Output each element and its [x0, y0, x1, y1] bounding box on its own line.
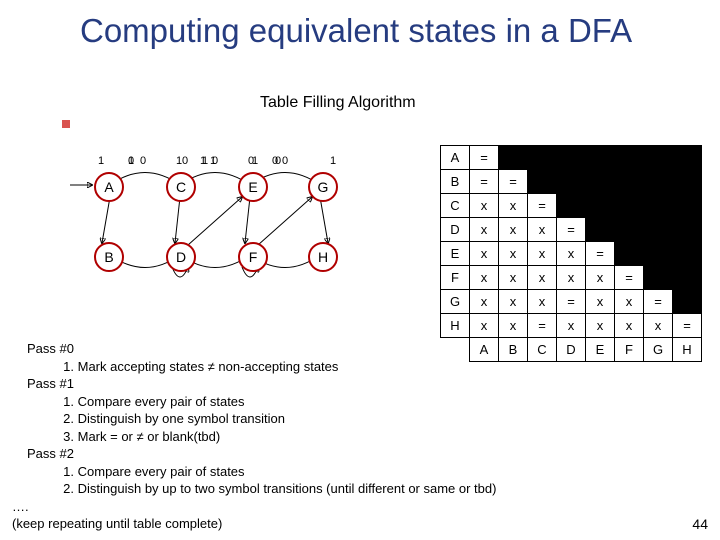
edge-label: 0 [182, 155, 188, 167]
state-B: B [94, 242, 124, 272]
state-C: C [166, 172, 196, 202]
state-A: A [94, 172, 124, 202]
state-F: F [238, 242, 268, 272]
state-G: G [308, 172, 338, 202]
edge-label: 0 [212, 155, 218, 167]
state-E: E [238, 172, 268, 202]
cell-black [499, 146, 528, 170]
edge-label: 0 [275, 155, 281, 167]
pass0-label: Pass #0 [12, 340, 74, 358]
edge-label: 1 [98, 155, 104, 167]
dots: …. [12, 499, 29, 514]
edge-label: 1 [202, 155, 208, 167]
bullet-square-icon [62, 120, 70, 128]
edge-label: 1 [176, 155, 182, 167]
row-hdr: A [441, 146, 470, 170]
slide-title: Computing equivalent states in a DFA [80, 12, 680, 50]
keep-repeating: (keep repeating until table complete) [12, 516, 222, 531]
pass2-label: Pass #2 [12, 445, 74, 463]
state-D: D [166, 242, 196, 272]
page-number: 44 [692, 516, 708, 532]
dfa-diagram: A C E G B D F H 0 1 0 1 0 1 0 1 1 1 1 0 … [80, 155, 370, 305]
slide-subtitle: Table Filling Algorithm [260, 94, 416, 112]
edge-label: 1 [128, 155, 134, 167]
edge-label: 0 [282, 155, 288, 167]
edge-label: 1 [330, 155, 336, 167]
state-H: H [308, 242, 338, 272]
edge-label: 0 [248, 155, 254, 167]
edge-label: 0 [140, 155, 146, 167]
passes-text: Pass #0 1. Mark accepting states ≠ non-a… [12, 340, 702, 533]
pass1-label: Pass #1 [12, 375, 74, 393]
cell: = [470, 146, 499, 170]
equivalence-table: A= B== Cxx= Dxxx= Exxxx= Fxxxxx= Gxxx=xx… [440, 145, 702, 362]
